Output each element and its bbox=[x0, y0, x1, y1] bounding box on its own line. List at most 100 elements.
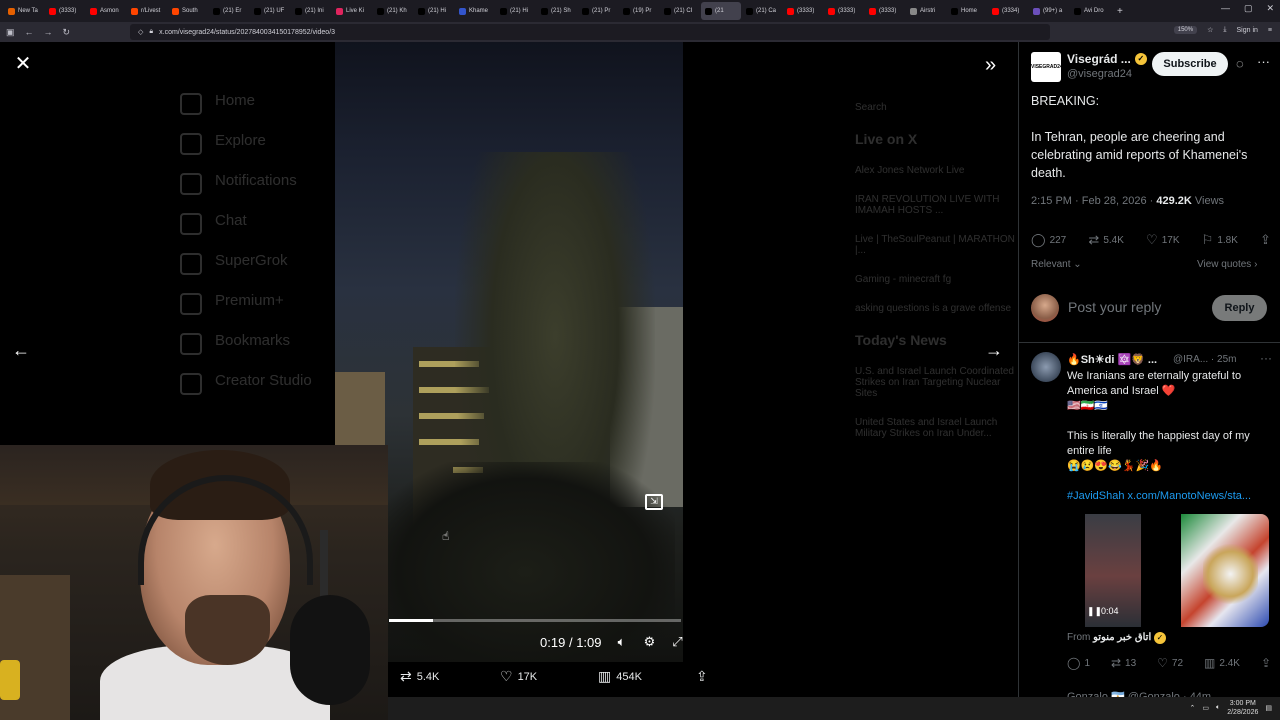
notification-icon[interactable]: ▤ bbox=[1265, 704, 1272, 712]
reply-author-handle[interactable]: @IRA... · 25m bbox=[1173, 354, 1237, 365]
reply-link[interactable]: #JavidShah x.com/ManotoNews/sta... bbox=[1067, 489, 1272, 504]
sidebar-icon[interactable]: ▣ bbox=[6, 27, 15, 38]
repost-count-button[interactable]: ⇄ 5.4K bbox=[1088, 232, 1123, 248]
reply-share-button[interactable]: ⇪ bbox=[1261, 656, 1271, 670]
share-button[interactable]: ⇪ bbox=[1260, 232, 1271, 248]
sort-label: Relevant bbox=[1031, 259, 1071, 270]
more-options-icon[interactable]: ··· bbox=[1257, 54, 1270, 69]
new-tab-icon[interactable]: + bbox=[1117, 6, 1123, 17]
maximize-icon[interactable]: ▢ bbox=[1244, 3, 1253, 14]
zoom-badge[interactable]: 150% bbox=[1173, 26, 1198, 34]
forward-icon[interactable]: → bbox=[44, 27, 53, 37]
browser-tab[interactable]: Asmon bbox=[86, 2, 126, 20]
reply-repost-button[interactable]: ⇄ 13 bbox=[1111, 656, 1136, 670]
reply-media[interactable]: ❚❚ 0:04 bbox=[1067, 514, 1269, 627]
tweet-text: BREAKING: In Tehran, people are cheering… bbox=[1031, 92, 1271, 200]
reply-reply-button[interactable]: ◯ 1 bbox=[1067, 656, 1090, 670]
author-handle[interactable]: @visegrad24 bbox=[1067, 68, 1132, 80]
like-button[interactable]: ♡ 17K bbox=[500, 668, 598, 685]
chevron-up-icon[interactable]: ⌃ bbox=[1190, 704, 1196, 712]
reply-video-thumbnail[interactable]: ❚❚ 0:04 bbox=[1085, 514, 1142, 627]
subscribe-button[interactable]: Subscribe bbox=[1152, 52, 1228, 76]
reply-like-button[interactable]: ♡ 72 bbox=[1157, 656, 1183, 670]
reload-icon[interactable]: ↻ bbox=[63, 27, 71, 38]
close-icon[interactable]: ✕ bbox=[12, 54, 34, 76]
from-name[interactable]: اتاق خبر منوتو bbox=[1093, 632, 1151, 643]
browser-tab[interactable]: (21) Ini bbox=[291, 2, 331, 20]
share-button[interactable]: ⇪ bbox=[696, 668, 708, 685]
browser-tab[interactable]: (21) Sh bbox=[537, 2, 577, 20]
picture-in-picture-icon[interactable]: ⇲ bbox=[645, 494, 663, 510]
network-icon[interactable]: ▭ bbox=[1202, 704, 1209, 712]
browser-tab[interactable]: Khame bbox=[455, 2, 495, 20]
video-progress-bar[interactable] bbox=[389, 619, 681, 622]
views-button[interactable]: ▥ 454K bbox=[598, 668, 696, 685]
browser-tab[interactable]: Live Ki bbox=[332, 2, 372, 20]
settings-gear-icon[interactable]: ⚙︎ bbox=[642, 634, 658, 650]
browser-tab[interactable]: (21) CI bbox=[660, 2, 700, 20]
browser-tab[interactable]: (21) UF bbox=[250, 2, 290, 20]
repost-button[interactable]: ⇄ 5.4K bbox=[400, 668, 500, 685]
browser-tab[interactable]: (21 bbox=[701, 2, 741, 20]
sort-dropdown[interactable]: Relevant ⌄ bbox=[1031, 259, 1082, 270]
author-avatar[interactable]: VISEGRAD24 bbox=[1031, 52, 1063, 82]
browser-tab[interactable]: (21) Ca bbox=[742, 2, 782, 20]
grok-icon[interactable]: ◌ bbox=[1236, 56, 1244, 71]
shield-icon: ◇ bbox=[138, 29, 144, 36]
clock[interactable]: 3:00 PM 2/28/2026 bbox=[1227, 699, 1258, 717]
reply-views-button[interactable]: ▥ 2.4K bbox=[1204, 656, 1240, 670]
browser-tab[interactable]: (21) Er bbox=[209, 2, 249, 20]
user-avatar[interactable] bbox=[1031, 294, 1059, 322]
live-icon bbox=[336, 7, 343, 15]
reply-count-button[interactable]: ◯ 227 bbox=[1031, 232, 1066, 248]
sign-in-button[interactable]: Sign in bbox=[1237, 27, 1258, 34]
like-count-button[interactable]: ♡ 17K bbox=[1146, 232, 1179, 248]
repost-icon: ⇄ bbox=[1088, 232, 1100, 247]
fullscreen-icon[interactable]: ⤢ bbox=[670, 634, 686, 650]
tweet-timestamp[interactable]: 2:15 PM · Feb 28, 2026 · bbox=[1031, 195, 1156, 207]
browser-tab[interactable]: (3333) bbox=[45, 2, 85, 20]
minimize-icon[interactable]: — bbox=[1221, 3, 1230, 14]
bookmark-star-icon[interactable]: ☆ bbox=[1207, 26, 1213, 34]
x-icon bbox=[582, 7, 589, 15]
webcam-microphone bbox=[290, 595, 370, 705]
reply-input[interactable]: Post your reply bbox=[1068, 299, 1161, 315]
reply-image-thumbnail[interactable] bbox=[1181, 514, 1269, 627]
back-icon[interactable]: ← bbox=[25, 27, 34, 37]
browser-tab[interactable]: (21) Pr bbox=[578, 2, 618, 20]
volume-icon[interactable]: 🔈︎ bbox=[614, 634, 630, 650]
browser-tab[interactable]: (19) Pr bbox=[619, 2, 659, 20]
browser-tab[interactable]: r/Livest bbox=[127, 2, 167, 20]
browser-tab-label: (21) Hi bbox=[428, 8, 447, 14]
browser-tab[interactable]: (21) Kh bbox=[373, 2, 413, 20]
browser-tab[interactable]: (99+) a bbox=[1029, 2, 1069, 20]
pause-icon[interactable]: ❚❚ bbox=[1087, 606, 1102, 617]
browser-tab[interactable]: New Ta bbox=[4, 2, 44, 20]
browser-tab-label: (21) Kh bbox=[387, 8, 407, 14]
address-bar[interactable]: ◇ 🔒︎ x.com/visegrad24/status/20278400341… bbox=[130, 24, 1050, 40]
reply-author-name[interactable]: 🔥Sh☀di 🔯🦁 ... bbox=[1067, 353, 1157, 366]
previous-arrow-icon[interactable]: ← bbox=[12, 340, 30, 361]
browser-tab[interactable]: (21) Hi bbox=[414, 2, 454, 20]
browser-tab[interactable]: (3334) bbox=[988, 2, 1028, 20]
author-name-row[interactable]: Visegrád ... ✓ bbox=[1067, 52, 1147, 66]
speaker-icon[interactable]: 🔈︎ bbox=[1216, 704, 1220, 712]
browser-tab[interactable]: (3333) bbox=[783, 2, 823, 20]
collapse-panel-icon[interactable]: » bbox=[985, 54, 996, 77]
close-window-icon[interactable]: ✕ bbox=[1266, 3, 1274, 14]
bookmark-count-button[interactable]: ⚐ 1.8K bbox=[1202, 232, 1238, 248]
browser-tab[interactable]: Avi Dro bbox=[1070, 2, 1110, 20]
browser-tab[interactable]: Airstri bbox=[906, 2, 946, 20]
browser-tab[interactable]: Home bbox=[947, 2, 987, 20]
view-quotes-link[interactable]: View quotes › bbox=[1197, 259, 1257, 270]
browser-tab[interactable]: South bbox=[168, 2, 208, 20]
browser-tab[interactable]: (21) Hi bbox=[496, 2, 536, 20]
browser-tab[interactable]: (3333) bbox=[865, 2, 905, 20]
reply-more-icon[interactable]: ··· bbox=[1260, 351, 1272, 365]
reply-button[interactable]: Reply bbox=[1212, 295, 1267, 321]
reply-author-avatar[interactable] bbox=[1031, 352, 1061, 382]
next-arrow-icon[interactable]: → bbox=[985, 340, 1003, 361]
browser-tab[interactable]: (3333) bbox=[824, 2, 864, 20]
menu-icon[interactable]: ≡ bbox=[1268, 27, 1272, 34]
download-icon[interactable]: ⤓ bbox=[1223, 26, 1226, 34]
